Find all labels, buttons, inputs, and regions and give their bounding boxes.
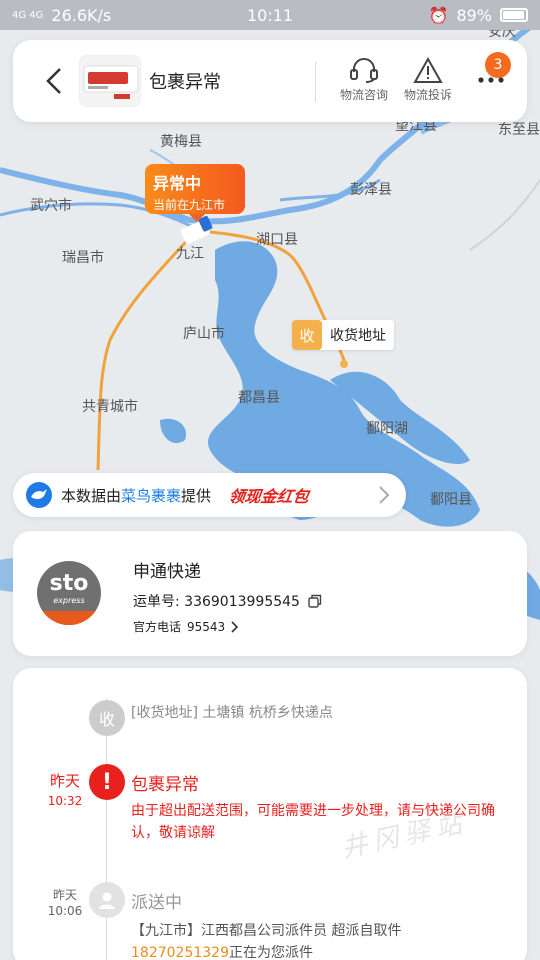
cainiao-text: 本数据由菜鸟裹裹提供 bbox=[61, 486, 212, 505]
waybill-row: 运单号: 3369013995545 bbox=[133, 591, 322, 611]
divider bbox=[315, 62, 316, 102]
map-label: 九江 bbox=[176, 246, 204, 262]
copy-icon[interactable] bbox=[308, 594, 322, 608]
event-title: 包裹异常 bbox=[131, 775, 199, 795]
logistics-consult-button[interactable]: 物流咨询 bbox=[329, 54, 399, 103]
chevron-right-icon bbox=[231, 620, 239, 633]
map-label: 武穴市 bbox=[30, 197, 72, 214]
warning-icon bbox=[413, 56, 443, 83]
timeline-line bbox=[106, 698, 107, 960]
destination-badge: 收 bbox=[292, 320, 322, 350]
map-label: 瑞昌市 bbox=[62, 249, 104, 266]
logistics-consult-label: 物流咨询 bbox=[339, 88, 388, 102]
map-label: 庐山市 bbox=[183, 325, 225, 342]
current-location-callout[interactable]: 异常中 当前在九江市 bbox=[145, 164, 245, 222]
package-thumbnail bbox=[79, 55, 141, 107]
courier-phone-link[interactable]: 18270251329 bbox=[131, 945, 229, 960]
waybill-label: 运单号: bbox=[133, 594, 180, 610]
chevron-right-icon bbox=[379, 486, 390, 504]
waybill-number: 3369013995545 bbox=[184, 594, 300, 610]
battery-percent: 89% bbox=[456, 5, 492, 25]
cainiao-banner[interactable]: 本数据由菜鸟裹裹提供 领现金红包 bbox=[13, 473, 406, 517]
destination-node: 收 bbox=[89, 700, 125, 736]
status-bar: 4G 4G 26.6K/s 10:11 ⏰ 89% bbox=[0, 0, 540, 30]
event-time: 10:32 bbox=[47, 794, 83, 808]
map-label: 共青城市 bbox=[82, 398, 138, 415]
header-card: 包裹异常 物流咨询 物流投诉 3 bbox=[13, 40, 527, 122]
headset-icon bbox=[350, 58, 378, 83]
cainiao-bird-icon bbox=[26, 482, 52, 508]
sto-logo: sto express bbox=[37, 561, 101, 625]
current-status: 异常中 bbox=[153, 174, 202, 193]
phone-label: 官方电话 bbox=[133, 620, 182, 634]
event-day: 昨天 bbox=[49, 772, 80, 790]
map-label: 鄱阳县 bbox=[430, 492, 472, 508]
map-label: 彭泽县 bbox=[350, 182, 392, 198]
network-speed: 26.6K/s bbox=[51, 5, 112, 25]
map-label: 湖口县 bbox=[256, 232, 298, 248]
page-title: 包裹异常 bbox=[149, 72, 221, 93]
red-envelope-promo[interactable]: 领现金红包 bbox=[227, 483, 311, 507]
back-button[interactable] bbox=[39, 64, 69, 98]
map-label: 鄱阳湖 bbox=[366, 421, 408, 437]
event-title: 派送中 bbox=[131, 893, 182, 913]
event-day: 昨天 bbox=[52, 888, 77, 902]
event-time: 10:06 bbox=[47, 904, 83, 918]
signal-indicator: 4G 4G bbox=[12, 9, 44, 21]
courier-avatar-icon bbox=[89, 882, 125, 918]
destination-address: [收货地址] 土塘镇 杭桥乡快递点 bbox=[131, 705, 333, 721]
alarm-icon: ⏰ bbox=[428, 5, 449, 25]
phone-number: 95543 bbox=[187, 619, 226, 634]
destination-label: 收货地址 bbox=[330, 328, 386, 344]
map-label: 东至县 bbox=[498, 122, 540, 138]
chevron-left-icon bbox=[46, 68, 61, 94]
notification-badge: 3 bbox=[485, 52, 511, 78]
battery-icon bbox=[500, 8, 528, 22]
official-phone-link[interactable]: 官方电话 95543 bbox=[133, 618, 239, 635]
current-location: 当前在九江市 bbox=[153, 198, 226, 212]
event-description: 【九江市】江西都昌公司派件员 超派自取件 18270251329正在为您派件 bbox=[131, 923, 402, 960]
destination-marker[interactable]: 收 收货地址 bbox=[292, 320, 394, 350]
logistics-complaint-label: 物流投诉 bbox=[403, 88, 452, 102]
carrier-card: sto express 申通快递 运单号: 3369013995545 官方电话… bbox=[13, 531, 527, 656]
carrier-name: 申通快递 bbox=[133, 562, 201, 582]
map-label: 都昌县 bbox=[238, 390, 280, 406]
alert-icon: ! bbox=[89, 764, 125, 800]
map-label: 黄梅县 bbox=[160, 133, 202, 150]
logistics-complaint-button[interactable]: 物流投诉 bbox=[393, 54, 463, 103]
